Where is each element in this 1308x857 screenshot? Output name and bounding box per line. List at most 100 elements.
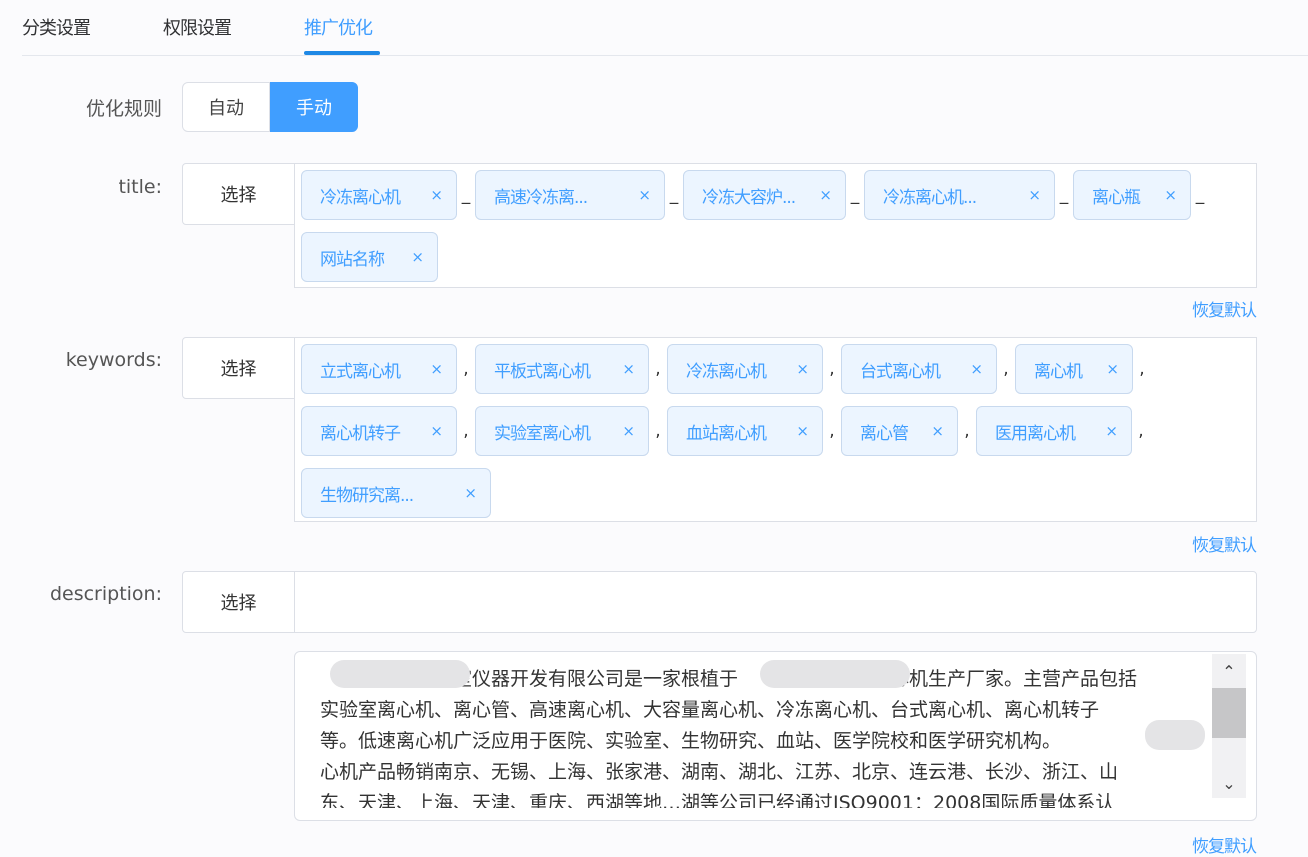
description-label: description: — [49, 583, 162, 605]
tag-label: 立式离心机 — [320, 361, 401, 382]
tag-item: 冷冻离心机... × _ — [864, 170, 1073, 220]
title-label: title: — [118, 176, 162, 198]
close-icon[interactable]: × — [1106, 360, 1119, 378]
rule-label: 优化规则 — [85, 98, 162, 120]
close-icon[interactable]: × — [1164, 186, 1177, 204]
description-line: 东、天津、上海、天津、重庆、西湖等地…湖等公司已经通过ISO9001：2008国… — [320, 792, 1115, 808]
tag[interactable]: 台式离心机 × — [841, 344, 997, 394]
separator: , — [655, 421, 661, 441]
tag-item: 实验室离心机 ×, — [475, 406, 667, 456]
close-icon[interactable]: × — [796, 360, 809, 378]
description-line: 心机产品畅销南京、无锡、上海、张家港、湖南、湖北、江苏、北京、连云港、长沙、浙江… — [320, 761, 1119, 783]
close-icon[interactable]: × — [622, 422, 635, 440]
keywords-label: keywords: — [65, 349, 162, 371]
textarea-scrollbar[interactable]: ⌃ ⌄ — [1212, 654, 1246, 798]
close-icon[interactable]: × — [796, 422, 809, 440]
tag[interactable]: 医用离心机 × — [976, 406, 1132, 456]
scrollbar-thumb[interactable] — [1212, 688, 1246, 738]
tag-label: 实验室离心机 — [494, 423, 591, 444]
tag-label: 生物研究离... — [320, 485, 414, 506]
tag[interactable]: 离心管 × — [841, 406, 958, 456]
tag-label: 冷冻离心机 — [320, 187, 401, 208]
separator: , — [1139, 359, 1145, 379]
title-select-button[interactable]: 选择 — [182, 163, 295, 225]
tag-item: 生物研究离... × — [301, 468, 491, 518]
scroll-down-icon[interactable]: ⌄ — [1212, 768, 1246, 798]
tag[interactable]: 离心瓶 × — [1073, 170, 1191, 220]
separator: _ — [669, 185, 679, 205]
close-icon[interactable]: × — [1105, 422, 1118, 440]
tag-item: 高速冷冻离... × _ — [475, 170, 683, 220]
tag[interactable]: 高速冷冻离... × — [475, 170, 665, 220]
keywords-tag-box[interactable]: 立式离心机 ×, 平板式离心机 ×, 冷冻离心机 ×, 台式离心机 ×, 离心机 ×, 离心机转子 ×… — [294, 337, 1257, 522]
tag[interactable]: 冷冻大容炉... × — [683, 170, 846, 220]
title-tag-box[interactable]: 冷冻离心机 × _ 高速冷冻离... × _ 冷冻大容炉... × _ 冷冻离心机... × _ 离心瓶… — [294, 163, 1257, 288]
close-icon[interactable]: × — [622, 360, 635, 378]
close-icon[interactable]: × — [931, 422, 944, 440]
tag-label: 网站名称 — [320, 249, 385, 270]
tag-item: 立式离心机 ×, — [301, 344, 475, 394]
tag[interactable]: 网站名称 × — [301, 232, 438, 282]
separator: _ — [461, 185, 471, 205]
tag[interactable]: 离心机 × — [1015, 344, 1133, 394]
tag[interactable]: 立式离心机 × — [301, 344, 457, 394]
separator: , — [964, 421, 970, 441]
auto-option-button[interactable]: 自动 — [182, 82, 270, 132]
tab-bar: 分类设置 权限设置 推广优化 — [22, 0, 1308, 56]
close-icon[interactable]: × — [970, 360, 983, 378]
separator: _ — [850, 185, 860, 205]
tag[interactable]: 平板式离心机 × — [475, 344, 649, 394]
tab-permission-settings[interactable]: 权限设置 — [163, 14, 232, 40]
tag-label: 离心管 — [860, 423, 909, 444]
tag-item: 离心管 ×, — [841, 406, 976, 456]
tag-item: 网站名称 × — [301, 232, 438, 282]
close-icon[interactable]: × — [1028, 186, 1041, 204]
rule-toggle: 自动 手动 — [182, 82, 358, 132]
tag-label: 冷冻离心机... — [883, 187, 977, 208]
close-icon[interactable]: × — [430, 422, 443, 440]
tag-item: 医用离心机 ×, — [976, 406, 1150, 456]
description-input[interactable] — [294, 571, 1257, 633]
tag-label: 血站离心机 — [686, 423, 767, 444]
separator: _ — [1059, 185, 1069, 205]
close-icon[interactable]: × — [638, 186, 651, 204]
tag-item: 冷冻离心机 × _ — [301, 170, 475, 220]
separator: , — [829, 359, 835, 379]
separator: , — [463, 359, 469, 379]
separator: , — [463, 421, 469, 441]
redaction-blur — [760, 660, 910, 688]
tag-item: 离心瓶 × _ — [1073, 170, 1209, 220]
tag-label: 离心机转子 — [320, 423, 401, 444]
manual-option-button[interactable]: 手动 — [270, 82, 358, 132]
tag[interactable]: 生物研究离... × — [301, 468, 491, 518]
tag-item: 冷冻离心机 ×, — [667, 344, 841, 394]
close-icon[interactable]: × — [819, 186, 832, 204]
title-restore-default-link[interactable]: 恢复默认 — [1192, 296, 1257, 321]
tag-label: 平板式离心机 — [494, 361, 591, 382]
description-restore-default-link[interactable]: 恢复默认 — [1192, 832, 1257, 857]
tag-label: 离心瓶 — [1092, 187, 1141, 208]
tag[interactable]: 冷冻离心机 × — [301, 170, 457, 220]
separator: , — [829, 421, 835, 441]
close-icon[interactable]: × — [411, 248, 424, 266]
tag[interactable]: 血站离心机 × — [667, 406, 823, 456]
separator: , — [1003, 359, 1009, 379]
description-select-button[interactable]: 选择 — [182, 571, 295, 633]
keywords-select-button[interactable]: 选择 — [182, 337, 295, 399]
close-icon[interactable]: × — [430, 360, 443, 378]
tag[interactable]: 离心机转子 × — [301, 406, 457, 456]
tab-category-settings[interactable]: 分类设置 — [22, 14, 91, 40]
redaction-blur — [1145, 720, 1205, 750]
keywords-restore-default-link[interactable]: 恢复默认 — [1192, 531, 1257, 556]
tag[interactable]: 冷冻离心机... × — [864, 170, 1055, 220]
tag[interactable]: 实验室离心机 × — [475, 406, 649, 456]
tag-label: 台式离心机 — [860, 361, 941, 382]
close-icon[interactable]: × — [430, 186, 443, 204]
tag-item: 平板式离心机 ×, — [475, 344, 667, 394]
description-textarea[interactable]: 验室仪器开发有限公司是一家根植于 离心机生产厂家。主营产品包括 实验室离心机、离… — [294, 651, 1257, 821]
close-icon[interactable]: × — [464, 484, 477, 502]
tab-promotion-optimization[interactable]: 推广优化 — [304, 14, 373, 40]
tag[interactable]: 冷冻离心机 × — [667, 344, 823, 394]
scroll-up-icon[interactable]: ⌃ — [1212, 656, 1246, 686]
tag-item: 血站离心机 ×, — [667, 406, 841, 456]
